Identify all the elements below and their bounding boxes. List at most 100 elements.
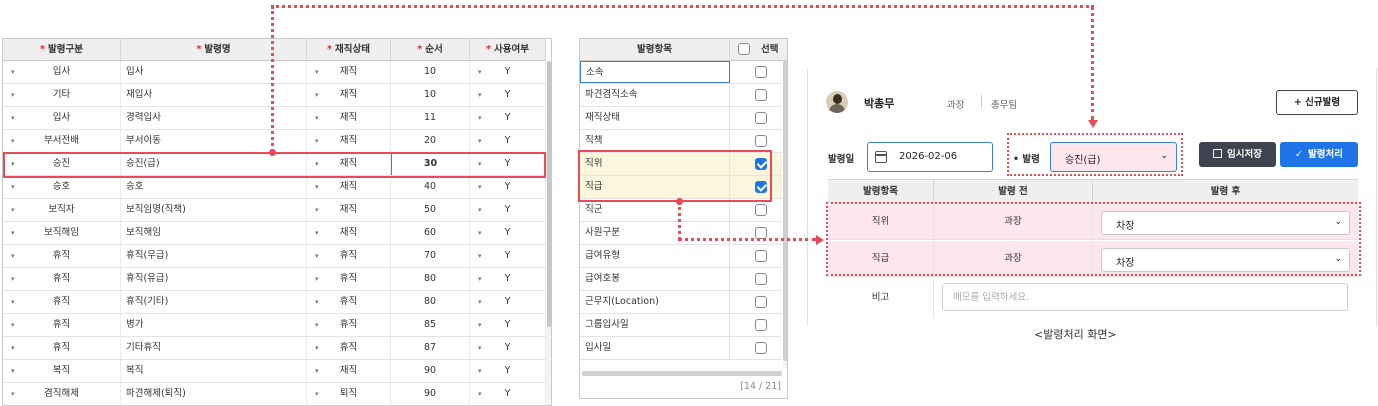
table-row[interactable]: ▾ 입사 입사 ▾ 재직 10 ▾ Y (3, 61, 546, 84)
grid2-vscroll-thumb[interactable] (783, 61, 787, 361)
dropdown-arrow-icon[interactable]: ▾ (11, 130, 15, 152)
table-row[interactable]: ▾ 휴직 휴직(유급) ▾ 휴직 80 ▾ Y (3, 268, 546, 291)
memo-input[interactable] (942, 283, 1348, 311)
cell-name[interactable]: 입사 (121, 61, 307, 83)
cell-use[interactable]: ▾ Y (470, 61, 546, 83)
col-header-use[interactable]: * 사용여부 (470, 39, 546, 60)
dropdown-arrow-icon[interactable]: ▾ (315, 291, 319, 313)
cell-use[interactable]: ▾ Y (470, 291, 546, 313)
table-row[interactable]: ▾ 겸직해제 파견해제(퇴직) ▾ 퇴직 90 ▾ Y (3, 383, 546, 405)
dropdown-arrow-icon[interactable]: ▾ (11, 176, 15, 198)
dropdown-arrow-icon[interactable]: ▾ (478, 383, 482, 405)
cell-order[interactable]: 85 (391, 314, 470, 336)
list-item[interactable]: 급여유형 (580, 245, 782, 268)
cell-category[interactable]: ▾ 입사 (3, 107, 121, 129)
dropdown-arrow-icon[interactable]: ▾ (315, 337, 319, 359)
list-item[interactable]: 재직상태 (580, 107, 782, 130)
col-header-order[interactable]: * 순서 (391, 39, 470, 60)
dropdown-arrow-icon[interactable]: ▾ (315, 360, 319, 382)
dropdown-arrow-icon[interactable]: ▾ (315, 84, 319, 106)
list-item[interactable]: 급여호봉 (580, 268, 782, 291)
cell-name[interactable]: 경력입사 (121, 107, 307, 129)
grid1-scrollbar[interactable] (546, 61, 551, 405)
table-row[interactable]: ▾ 휴직 병가 ▾ 휴직 85 ▾ Y (3, 314, 546, 337)
cell-category[interactable]: ▾ 휴직 (3, 245, 121, 267)
cell-use[interactable]: ▾ Y (470, 222, 546, 244)
cell-order[interactable]: 90 (391, 360, 470, 382)
table-row[interactable]: ▾ 입사 경력입사 ▾ 재직 11 ▾ Y (3, 107, 546, 130)
cell-use[interactable]: ▾ Y (470, 268, 546, 290)
table-row[interactable]: ▾ 승호 승호 ▾ 재직 40 ▾ Y (3, 176, 546, 199)
table-row[interactable]: ▾ 복직 복직 ▾ 재직 90 ▾ Y (3, 360, 546, 383)
dropdown-arrow-icon[interactable]: ▾ (11, 199, 15, 221)
table-row[interactable]: ▾ 보직자 보직임명(직책) ▾ 재직 50 ▾ Y (3, 199, 546, 222)
cell-use[interactable]: ▾ Y (470, 84, 546, 106)
col-header-status[interactable]: * 재직상태 (307, 39, 391, 60)
dropdown-arrow-icon[interactable]: ▾ (315, 199, 319, 221)
list-item[interactable]: 그룹입사일 (580, 314, 782, 337)
cell-order[interactable]: 50 (391, 199, 470, 221)
dropdown-arrow-icon[interactable]: ▾ (11, 268, 15, 290)
list-item[interactable]: 파견겸직소속 (580, 84, 782, 107)
col-header-item[interactable]: 발령항목 (580, 39, 730, 60)
cell-use[interactable]: ▾ Y (470, 314, 546, 336)
cell-category[interactable]: ▾ 기타 (3, 84, 121, 106)
cell-name[interactable]: 기타휴직 (121, 337, 307, 359)
dropdown-arrow-icon[interactable]: ▾ (315, 314, 319, 336)
select-all-checkbox[interactable] (738, 43, 750, 55)
cell-status[interactable]: ▾ 휴직 (307, 268, 391, 290)
cell-order[interactable]: 40 (391, 176, 470, 198)
item-checkbox[interactable] (755, 112, 767, 124)
cell-name[interactable]: 휴직(유급) (121, 268, 307, 290)
grid1-scroll-thumb[interactable] (547, 61, 551, 327)
cell-use[interactable]: ▾ Y (470, 107, 546, 129)
dropdown-arrow-icon[interactable]: ▾ (315, 130, 319, 152)
dropdown-arrow-icon[interactable]: ▾ (478, 291, 482, 313)
appointment-date-field[interactable]: 2026-02-06 (867, 142, 993, 172)
cell-use[interactable]: ▾ Y (470, 383, 546, 405)
dropdown-arrow-icon[interactable]: ▾ (315, 383, 319, 405)
list-item[interactable]: 근무지(Location) (580, 291, 782, 314)
cell-order[interactable]: 20 (391, 130, 470, 152)
cell-status[interactable]: ▾ 재직 (307, 176, 391, 198)
dropdown-arrow-icon[interactable]: ▾ (478, 337, 482, 359)
cell-status[interactable]: ▾ 재직 (307, 360, 391, 382)
dropdown-arrow-icon[interactable]: ▾ (315, 61, 319, 83)
item-checkbox[interactable] (755, 250, 767, 262)
cell-status[interactable]: ▾ 휴직 (307, 337, 391, 359)
item-checkbox[interactable] (755, 273, 767, 285)
cell-order[interactable]: 80 (391, 268, 470, 290)
cell-use[interactable]: ▾ Y (470, 245, 546, 267)
cell-status[interactable]: ▾ 재직 (307, 107, 391, 129)
item-checkbox[interactable] (755, 135, 767, 147)
cell-category[interactable]: ▾ 보직해임 (3, 222, 121, 244)
dropdown-arrow-icon[interactable]: ▾ (11, 337, 15, 359)
dropdown-arrow-icon[interactable]: ▾ (315, 176, 319, 198)
cell-name[interactable]: 부서이동 (121, 130, 307, 152)
item-checkbox[interactable] (755, 66, 767, 78)
cell-order[interactable]: 60 (391, 222, 470, 244)
cell-name[interactable]: 병가 (121, 314, 307, 336)
cell-name[interactable]: 승호 (121, 176, 307, 198)
dropdown-arrow-icon[interactable]: ▾ (478, 176, 482, 198)
table-row[interactable]: ▾ 보직해임 보직해임 ▾ 재직 60 ▾ Y (3, 222, 546, 245)
dropdown-arrow-icon[interactable]: ▾ (11, 61, 15, 83)
cell-category[interactable]: ▾ 복직 (3, 360, 121, 382)
grid2-vertical-scrollbar[interactable] (783, 61, 787, 369)
dropdown-arrow-icon[interactable]: ▾ (478, 61, 482, 83)
dropdown-arrow-icon[interactable]: ▾ (11, 222, 15, 244)
cell-order[interactable]: 10 (391, 84, 470, 106)
cell-name[interactable]: 보직해임 (121, 222, 307, 244)
dropdown-arrow-icon[interactable]: ▾ (478, 130, 482, 152)
cell-status[interactable]: ▾ 휴직 (307, 291, 391, 313)
dropdown-arrow-icon[interactable]: ▾ (478, 84, 482, 106)
dropdown-arrow-icon[interactable]: ▾ (11, 245, 15, 267)
cell-use[interactable]: ▾ Y (470, 199, 546, 221)
cell-status[interactable]: ▾ 재직 (307, 199, 391, 221)
dropdown-arrow-icon[interactable]: ▾ (11, 84, 15, 106)
cell-name[interactable]: 복직 (121, 360, 307, 382)
dropdown-arrow-icon[interactable]: ▾ (478, 314, 482, 336)
cell-use[interactable]: ▾ Y (470, 130, 546, 152)
item-checkbox[interactable] (755, 319, 767, 331)
dropdown-arrow-icon[interactable]: ▾ (478, 360, 482, 382)
